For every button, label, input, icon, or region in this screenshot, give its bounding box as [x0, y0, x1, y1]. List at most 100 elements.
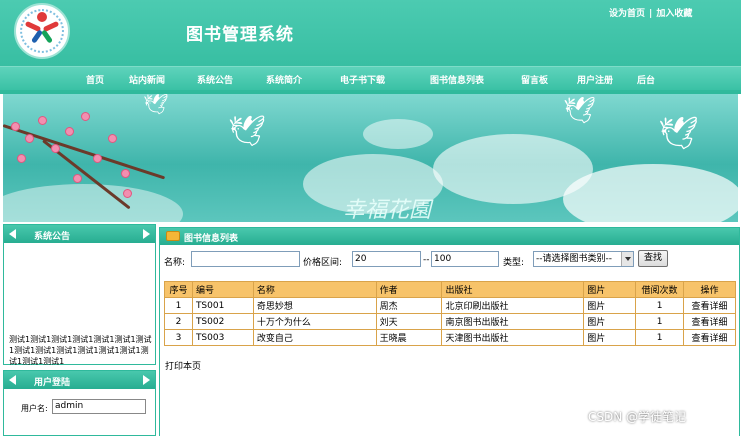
blossom-flower — [17, 154, 26, 163]
cell-code: TS002 — [191, 313, 254, 330]
view-detail-link[interactable]: 查看详细 — [683, 329, 736, 346]
nav-item-admin[interactable]: 后台 — [637, 73, 655, 86]
site-title: 图书管理系统 — [186, 25, 294, 45]
blossom-flower — [65, 127, 74, 136]
table-row: 1 TS001 奇思妙想 周杰 北京印刷出版社 图片 1 查看详细 — [164, 297, 736, 314]
cell-name: 奇思妙想 — [252, 297, 377, 314]
cell-name: 十万个为什么 — [252, 313, 377, 330]
book-type-selected: --请选择图书类别-- — [536, 254, 612, 264]
price-min-input[interactable]: 20 — [352, 251, 421, 267]
username-input[interactable]: admin — [52, 399, 146, 414]
price-separator: -- — [423, 255, 430, 265]
name-label: 名称: — [164, 258, 186, 268]
login-panel-header: 用户登陆 — [4, 371, 155, 389]
cell-seq: 3 — [164, 329, 193, 346]
cell-publisher: 南京图书出版社 — [441, 313, 585, 330]
username-label: 用户名: — [21, 404, 48, 413]
notice-panel-header: 系统公告 — [4, 225, 155, 243]
main-nav: 首页 站内新闻 系统公告 系统简介 电子书下载 图书信息列表 留言板 用户注册 … — [0, 66, 741, 90]
column-header: 图片 — [583, 281, 637, 298]
banner-cloud — [3, 184, 183, 222]
nav-item-ebook-download[interactable]: 电子书下载 — [340, 73, 385, 86]
add-favorite-link[interactable]: 加入收藏 — [656, 9, 692, 19]
blossom-flower — [123, 189, 132, 198]
arrow-right-icon — [143, 375, 150, 385]
price-max-input[interactable]: 100 — [431, 251, 499, 267]
blossom-flower — [73, 174, 82, 183]
blossom-flower — [51, 144, 60, 153]
cell-borrow-count: 1 — [635, 329, 684, 346]
book-type-select[interactable]: --请选择图书类别-- — [533, 251, 634, 267]
cell-borrow-count: 1 — [635, 297, 684, 314]
watermark: CSDN @学徒笔记 — [588, 410, 687, 424]
name-input[interactable] — [191, 251, 300, 267]
dove-icon: 🕊 — [228, 114, 267, 149]
nav-item-notice[interactable]: 系统公告 — [197, 73, 233, 86]
book-list-header: 图书信息列表 — [160, 228, 739, 245]
top-links-separator: | — [649, 9, 653, 19]
search-bar: 名称: 价格区间: 20 -- 100 类型: --请选择图书类别-- 查找 — [164, 250, 734, 269]
table-row: 3 TS003 改变自己 王晓晨 天津图书出版社 图片 1 查看详细 — [164, 329, 736, 346]
cell-author: 周杰 — [375, 297, 443, 314]
folder-icon — [166, 231, 180, 241]
blossom-flower — [38, 116, 47, 125]
column-header: 作者 — [375, 281, 443, 298]
cell-image-link[interactable]: 图片 — [583, 329, 637, 346]
cell-image-link[interactable]: 图片 — [583, 297, 637, 314]
chevron-down-icon — [621, 252, 633, 266]
print-page-link[interactable]: 打印本页 — [165, 359, 201, 372]
blossom-flower — [11, 122, 20, 131]
nav-item-home[interactable]: 首页 — [86, 73, 104, 86]
blossom-flower — [25, 134, 34, 143]
table-row: 2 TS002 十万个为什么 刘天 南京图书出版社 图片 1 查看详细 — [164, 313, 736, 330]
notice-content: 测试1测试1测试1测试1测试1测试1测试1测试1测试1测试1测试1测试1测试1测… — [9, 335, 152, 366]
arrow-left-icon — [9, 229, 16, 239]
cell-image-link[interactable]: 图片 — [583, 313, 637, 330]
top-links: 设为首页 | 加入收藏 — [609, 6, 692, 19]
cell-author: 刘天 — [375, 313, 443, 330]
site-header: 图书管理系统 设为首页 | 加入收藏 首页 站内新闻 系统公告 系统简介 电子书下载… — [0, 0, 741, 94]
cell-author: 王晓晨 — [375, 329, 443, 346]
column-header: 出版社 — [441, 281, 585, 298]
search-button[interactable]: 查找 — [638, 250, 668, 267]
cell-publisher: 天津图书出版社 — [441, 329, 585, 346]
column-header: 名称 — [252, 281, 377, 298]
column-header: 借阅次数 — [635, 281, 684, 298]
login-panel: 用户登陆 用户名: admin — [3, 370, 156, 436]
nav-item-message-board[interactable]: 留言板 — [521, 73, 548, 86]
cell-publisher: 北京印刷出版社 — [441, 297, 585, 314]
column-header: 操作 — [683, 281, 736, 298]
login-panel-title: 用户登陆 — [34, 378, 71, 388]
notice-panel-title: 系统公告 — [34, 232, 71, 242]
left-sidebar: 系统公告 测试1测试1测试1测试1测试1测试1测试1测试1测试1测试1测试1测试… — [3, 224, 156, 436]
banner-slogan: 幸福花園 — [343, 198, 432, 222]
nav-item-intro[interactable]: 系统简介 — [266, 73, 302, 86]
table-header-row: 序号 编号 名称 作者 出版社 图片 借阅次数 操作 — [164, 281, 736, 298]
dove-icon: 🕊 — [563, 96, 597, 126]
cell-code: TS003 — [191, 329, 254, 346]
view-detail-link[interactable]: 查看详细 — [683, 297, 736, 314]
book-table: 序号 编号 名称 作者 出版社 图片 借阅次数 操作 1 TS001 奇思妙想 … — [164, 281, 736, 346]
arrow-left-icon — [9, 375, 16, 385]
nav-item-book-list[interactable]: 图书信息列表 — [430, 73, 484, 86]
blossom-flower — [93, 154, 102, 163]
price-range-label: 价格区间: — [303, 258, 343, 268]
site-logo[interactable] — [14, 3, 70, 59]
book-list-title: 图书信息列表 — [184, 234, 239, 244]
nav-item-register[interactable]: 用户注册 — [577, 73, 613, 86]
cell-name: 改变自己 — [252, 329, 377, 346]
column-header: 编号 — [191, 281, 254, 298]
blossom-flower — [121, 169, 130, 178]
arrow-right-icon — [143, 229, 150, 239]
blossom-flower — [81, 112, 90, 121]
set-home-link[interactable]: 设为首页 — [609, 9, 645, 19]
dove-icon: 🕊 — [143, 94, 169, 116]
type-label: 类型: — [503, 258, 525, 268]
cell-code: TS001 — [191, 297, 254, 314]
blossom-flower — [108, 134, 117, 143]
cell-seq: 2 — [164, 313, 193, 330]
logo-figure-head — [37, 12, 47, 22]
notice-panel: 系统公告 测试1测试1测试1测试1测试1测试1测试1测试1测试1测试1测试1测试… — [3, 224, 156, 366]
view-detail-link[interactable]: 查看详细 — [683, 313, 736, 330]
nav-item-news[interactable]: 站内新闻 — [129, 73, 165, 86]
